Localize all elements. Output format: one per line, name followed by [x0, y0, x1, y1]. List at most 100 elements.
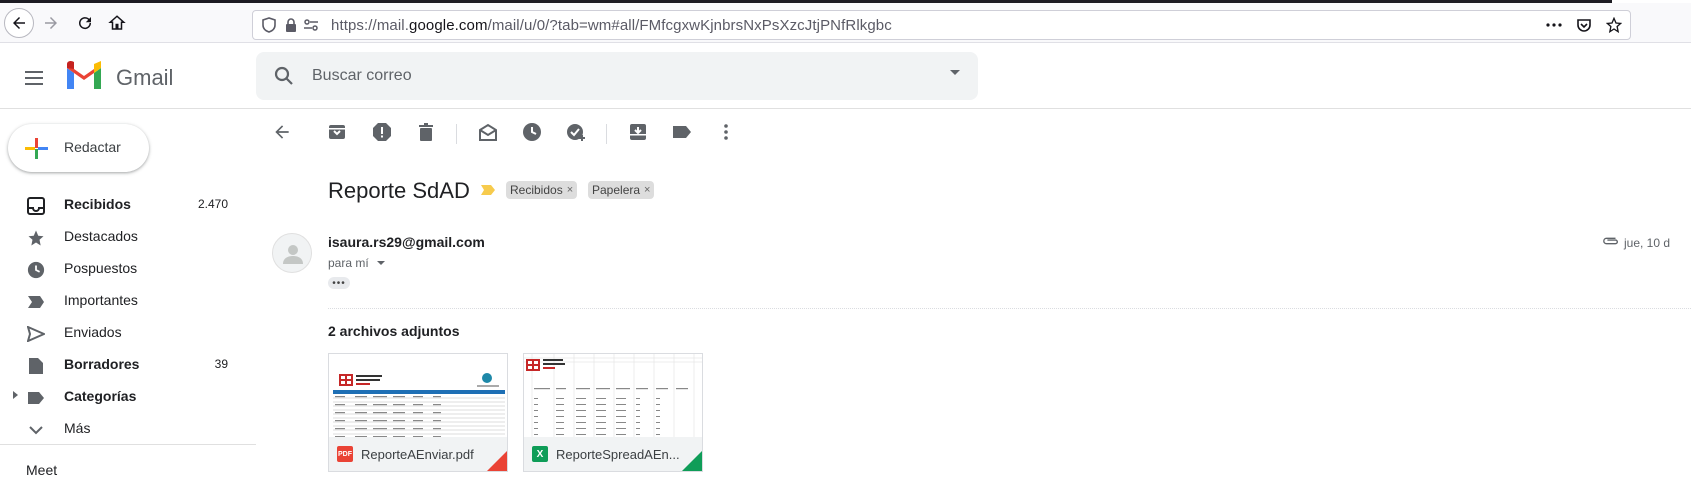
archive-button[interactable] — [321, 116, 353, 148]
drafts-count: 39 — [214, 357, 228, 371]
meet-section-title: Meet — [26, 462, 58, 478]
permissions-icon[interactable] — [301, 15, 321, 35]
sidebar-divider — [0, 444, 256, 445]
back-to-list-button[interactable] — [266, 116, 298, 148]
home-icon — [108, 15, 126, 30]
sidebar-item-important[interactable]: Importantes — [0, 284, 256, 316]
more-vert-icon — [724, 124, 728, 140]
unread-count: 2.470 — [197, 197, 228, 211]
label-chip-inbox[interactable]: Recibidos × — [506, 181, 578, 199]
attachment-card-pdf[interactable]: PDF ReporteAEnviar.pdf — [328, 353, 508, 472]
sidebar-item-label: Pospuestos — [64, 260, 138, 276]
spam-icon — [373, 123, 391, 141]
attachment-footer: PDF ReporteAEnviar.pdf — [329, 437, 507, 471]
sidebar-item-label: Importantes — [64, 292, 138, 308]
move-to-button[interactable] — [622, 116, 654, 148]
message-date: jue, 10 d — [1624, 236, 1671, 250]
arrow-left-icon — [13, 17, 25, 29]
send-icon — [26, 324, 46, 344]
search-input[interactable] — [312, 64, 892, 88]
sidebar-item-label: Más — [64, 420, 91, 436]
sidebar-item-label: Enviados — [64, 324, 122, 340]
add-task-icon — [567, 124, 585, 141]
delete-button[interactable] — [410, 116, 442, 148]
trash-icon — [419, 123, 433, 141]
person-icon — [283, 245, 303, 264]
file-corner-fold — [487, 451, 507, 471]
url-bar[interactable]: https://mail.google.com/mail/u/0/?tab=wm… — [252, 10, 1631, 40]
gmail-wordmark: Gmail — [116, 65, 174, 90]
clock-icon — [26, 260, 46, 280]
sidebar-item-sent[interactable]: Enviados — [0, 316, 256, 348]
expand-caret-icon[interactable] — [13, 391, 18, 399]
toolbar-divider — [606, 124, 607, 144]
plus-icon — [25, 138, 48, 159]
label-icon — [26, 388, 46, 408]
sidebar-item-label: Categorías — [64, 388, 137, 404]
remove-label-icon[interactable]: × — [644, 184, 650, 196]
sidebar-item-label: Recibidos — [64, 196, 131, 212]
archive-icon — [329, 125, 345, 139]
spreadsheet-file-icon: X — [532, 446, 548, 462]
inbox-icon — [26, 196, 46, 216]
more-actions-icon[interactable] — [1544, 15, 1564, 35]
sidebar-item-inbox[interactable]: Recibidos 2.470 — [0, 188, 256, 220]
url-text[interactable]: https://mail.google.com/mail/u/0/?tab=wm… — [331, 17, 892, 34]
sidebar-item-drafts[interactable]: Borradores 39 — [0, 348, 256, 380]
more-options-button[interactable] — [710, 116, 742, 148]
move-to-icon — [630, 124, 646, 140]
sidebar-item-label: Destacados — [64, 228, 138, 244]
labels-button[interactable] — [666, 116, 698, 148]
mark-unread-button[interactable] — [472, 116, 504, 148]
add-to-tasks-button[interactable] — [560, 116, 592, 148]
search-options-icon[interactable] — [950, 70, 960, 75]
star-icon — [26, 228, 46, 248]
sidebar-item-snoozed[interactable]: Pospuestos — [0, 252, 256, 284]
attachment-card-spreadsheet[interactable]: X ReporteSpreadAEn... — [523, 353, 703, 472]
snooze-button[interactable] — [516, 116, 548, 148]
label-chip-trash[interactable]: Papelera × — [588, 181, 655, 199]
toolbar-divider — [456, 124, 457, 144]
main-menu-button[interactable] — [22, 66, 46, 90]
label-chip-text: Papelera — [592, 183, 641, 197]
home-button[interactable] — [102, 8, 132, 38]
show-trimmed-content-button[interactable]: ••• — [328, 277, 350, 289]
attachment-filename: ReporteAEnviar.pdf — [361, 446, 474, 462]
report-spam-button[interactable] — [366, 116, 398, 148]
clock-icon — [523, 123, 541, 141]
bookmark-star-icon[interactable] — [1604, 15, 1624, 35]
sender-email[interactable]: isaura.rs29@gmail.com — [328, 234, 485, 250]
arrow-right-icon — [45, 17, 57, 29]
header-divider — [0, 108, 1691, 109]
attachments-divider — [328, 308, 1691, 309]
sidebar-item-starred[interactable]: Destacados — [0, 220, 256, 252]
important-marker-icon[interactable] — [480, 183, 496, 197]
arrow-left-icon — [275, 125, 289, 139]
attachment-filename: ReporteSpreadAEn... — [556, 446, 680, 462]
chevron-down-icon — [26, 420, 46, 440]
file-corner-fold — [682, 451, 702, 471]
search-bar[interactable] — [256, 52, 978, 100]
important-icon — [26, 292, 46, 312]
mark-unread-icon — [479, 123, 497, 141]
compose-button[interactable]: Redactar — [8, 124, 149, 172]
back-button[interactable] — [4, 8, 34, 38]
sender-avatar[interactable] — [272, 233, 312, 273]
recipient-details[interactable]: para mí — [328, 256, 385, 270]
shield-icon[interactable] — [259, 15, 279, 35]
lock-icon[interactable] — [281, 15, 301, 35]
sidebar-item-categories[interactable]: Categorías — [0, 380, 256, 412]
forward-button[interactable] — [36, 8, 66, 38]
reload-button[interactable] — [70, 8, 100, 38]
draft-icon — [26, 356, 46, 376]
reload-icon — [79, 17, 92, 30]
browser-toolbar: https://mail.google.com/mail/u/0/?tab=wm… — [0, 3, 1691, 43]
label-icon — [673, 126, 691, 138]
remove-label-icon[interactable]: × — [567, 184, 573, 196]
sidebar-item-label: Borradores — [64, 356, 140, 372]
label-chip-text: Recibidos — [510, 183, 563, 197]
pocket-icon[interactable] — [1574, 15, 1594, 35]
gmail-logo-icon[interactable] — [64, 60, 104, 90]
search-icon[interactable] — [272, 64, 296, 88]
sidebar-item-more[interactable]: Más — [0, 412, 256, 444]
